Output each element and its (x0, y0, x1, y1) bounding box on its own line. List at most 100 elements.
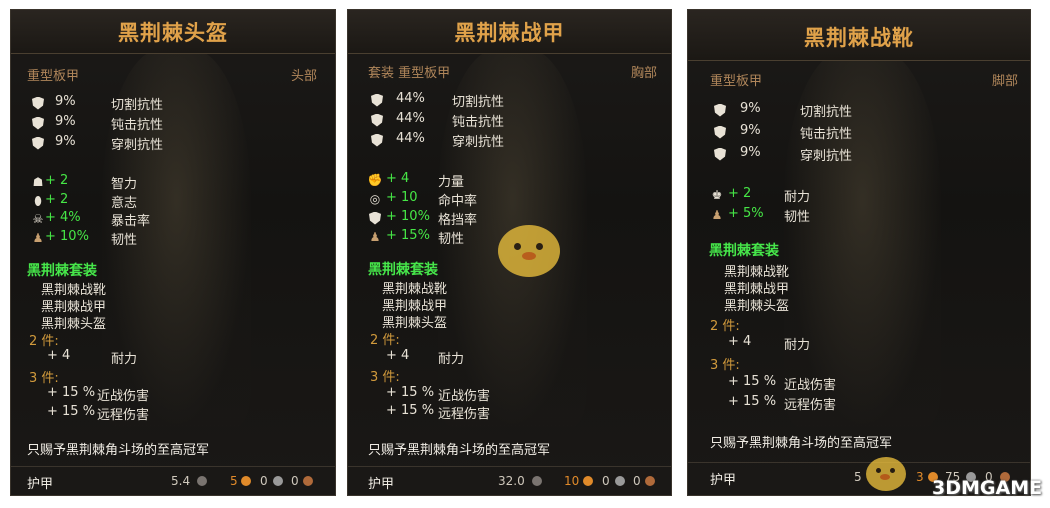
attr-row: ♚ + 2 耐力 (688, 186, 1030, 206)
resist-name: 切割抗性 (452, 95, 505, 110)
item-category: 套装 重型板甲 (368, 66, 451, 81)
set-name: 黑荆棘套装 (709, 243, 779, 259)
item-description: 只赐予黑荆棘角斗场的至高冠军 (368, 443, 551, 458)
attr-value: + 10 (386, 190, 418, 205)
title-bar: 黑荆棘战靴 (688, 10, 1030, 61)
item-footer: 护甲 5.4 5 0 0 (11, 466, 335, 495)
set-tier-2-label: 2 件: (29, 334, 59, 349)
attr-row: ♟ + 5% 韧性 (688, 206, 1030, 226)
item-title: 黑荆棘头盔 (118, 21, 228, 45)
attr-name: 命中率 (438, 194, 478, 209)
block-icon (368, 211, 382, 225)
crit-icon: ☠ (32, 212, 44, 226)
armor-value: 5 (854, 470, 862, 484)
resist-name: 钝击抗性 (452, 115, 505, 130)
set-tier-3-label: 3 件: (29, 371, 59, 386)
attr-name: 智力 (111, 177, 138, 192)
copper-count: 0 (633, 474, 641, 488)
attr-name: 格挡率 (438, 213, 478, 228)
resist-value: 9% (740, 123, 761, 138)
attr-name: 韧性 (111, 233, 138, 248)
resist-row: 9% 钝击抗性 (688, 123, 1030, 143)
silver-coin-icon (615, 476, 625, 486)
pierce-resist-icon (31, 136, 45, 150)
title-bar: 黑荆棘头盔 (11, 10, 335, 54)
toughness-icon: ♟ (369, 230, 381, 244)
resist-value: 9% (55, 134, 76, 149)
resist-value: 9% (55, 114, 76, 129)
toughness-icon: ♟ (32, 231, 44, 245)
silver-count: 0 (260, 474, 268, 488)
attr-name: 力量 (438, 175, 465, 190)
attr-name: 韧性 (784, 210, 811, 225)
resist-value: 9% (740, 101, 761, 116)
gold-coin-icon (241, 476, 251, 486)
attr-name: 意志 (111, 196, 138, 211)
attr-value: + 4% (45, 210, 81, 225)
item-tooltip-chest: 黑荆棘战甲 套装 重型板甲 胸部 44% 切割抗性 44% 钝击抗性 44% 穿… (347, 9, 672, 496)
attr-value: + 2 (45, 173, 69, 188)
item-category: 重型板甲 (710, 74, 763, 89)
attr-value: + 10% (386, 209, 430, 224)
item-slot: 胸部 (630, 66, 657, 81)
item-tooltip-boots: 黑荆棘战靴 重型板甲 脚部 9% 切割抗性 9% 钝击抗性 9% 穿刺抗性 ♚ … (687, 9, 1031, 496)
resist-name: 穿刺抗性 (800, 149, 853, 164)
set-bonus-value: + 15 % (728, 374, 777, 389)
resist-row: 9% 穿刺抗性 (688, 145, 1030, 165)
item-title: 黑荆棘战甲 (454, 21, 565, 45)
attr-row: ☠ + 4% 暴击率 (11, 210, 335, 230)
blunt-resist-icon (370, 113, 384, 127)
attr-value: + 4 (386, 171, 410, 186)
attr-name: 韧性 (438, 232, 465, 247)
set-bonus-value: + 15 % (47, 404, 96, 419)
item-title: 黑荆棘战靴 (804, 26, 914, 50)
resist-row: 44% 切割抗性 (348, 91, 671, 111)
blunt-resist-icon (31, 116, 45, 130)
set-bonus-name: 耐力 (438, 352, 465, 367)
resist-row: 9% 切割抗性 (688, 101, 1030, 121)
set-bonus-name: 远程伤害 (784, 398, 837, 413)
resist-row: 9% 切割抗性 (11, 94, 335, 114)
set-tier-2-label: 2 件: (370, 333, 400, 348)
attr-value: + 15% (386, 228, 430, 243)
gold-count: 5 (230, 474, 238, 488)
resist-row: 9% 穿刺抗性 (11, 134, 335, 154)
copper-coin-icon (303, 476, 313, 486)
gold-coin-icon (583, 476, 593, 486)
resist-value: 9% (740, 145, 761, 160)
item-description: 只赐予黑荆棘角斗场的至高冠军 (710, 436, 893, 451)
set-bonus-value: + 4 (386, 348, 410, 363)
set-tier-3-label: 3 件: (710, 358, 740, 373)
resist-value: 9% (55, 94, 76, 109)
set-item: 黑荆棘头盔 (724, 299, 790, 314)
site-watermark: 3DMGAME (932, 477, 1043, 499)
slash-resist-icon (713, 103, 727, 117)
pierce-resist-icon (713, 147, 727, 161)
resist-name: 穿刺抗性 (111, 138, 164, 153)
slash-resist-icon (31, 96, 45, 110)
set-bonus-value: + 15 % (728, 394, 777, 409)
attr-row: ☗ + 2 智力 (11, 173, 335, 193)
attr-value: + 10% (45, 229, 89, 244)
resist-name: 钝击抗性 (111, 118, 164, 133)
set-name: 黑荆棘套装 (27, 263, 97, 279)
resist-value: 44% (396, 91, 425, 106)
intelligence-icon: ☗ (32, 175, 44, 189)
armor-label: 护甲 (27, 477, 54, 492)
item-slot: 头部 (290, 69, 317, 84)
copper-count: 0 (291, 474, 299, 488)
mascot-watermark-image (498, 225, 560, 277)
item-footer: 护甲 32.0 10 0 0 (348, 466, 671, 495)
item-tooltip-helmet: 黑荆棘头盔 重型板甲 头部 9% 切割抗性 9% 钝击抗性 9% 穿刺抗性 ☗ … (10, 9, 336, 496)
resist-row: 9% 钝击抗性 (11, 114, 335, 134)
armor-value: 32.0 (498, 474, 525, 488)
silver-count: 0 (602, 474, 610, 488)
attr-value: + 2 (45, 192, 69, 207)
set-bonus-name: 远程伤害 (97, 408, 150, 423)
attr-value: + 5% (728, 206, 764, 221)
attr-row: ◎ + 10 命中率 (348, 190, 671, 210)
set-bonus-value: + 4 (47, 348, 71, 363)
resist-row: 44% 穿刺抗性 (348, 131, 671, 151)
mascot-logo-image (866, 457, 906, 491)
resist-name: 钝击抗性 (800, 127, 853, 142)
